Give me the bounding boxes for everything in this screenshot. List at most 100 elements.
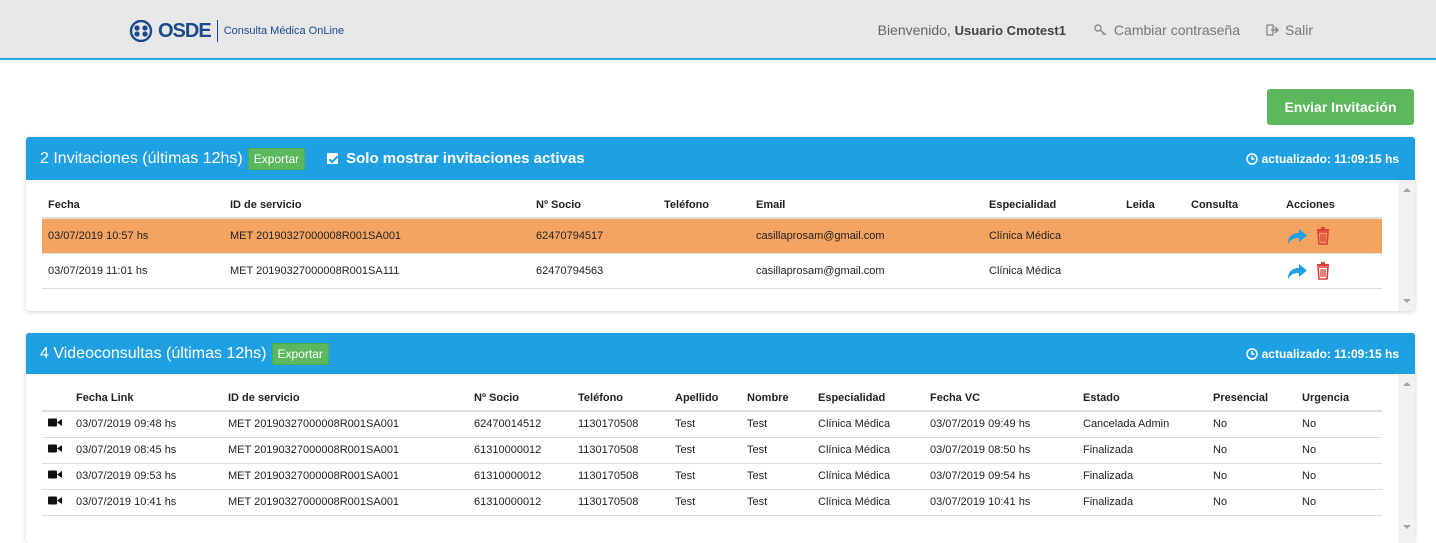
cell-fecha-vc: 03/07/2019 08:50 hs bbox=[924, 437, 1077, 464]
col-urgencia[interactable]: Urgencia bbox=[1296, 374, 1382, 412]
col-telefono[interactable]: Teléfono bbox=[658, 180, 750, 219]
videoconsultas-table-area: Fecha Link ID de servicio Nº Socio Teléf… bbox=[26, 374, 1415, 543]
invitations-export-button[interactable]: Exportar bbox=[247, 147, 306, 170]
cell-video[interactable] bbox=[42, 489, 70, 516]
col-id-servicio[interactable]: ID de servicio bbox=[224, 180, 530, 219]
cell-fecha-link: 03/07/2019 08:45 hs bbox=[70, 437, 222, 464]
scroll-up-icon[interactable] bbox=[1403, 188, 1411, 192]
invitations-scrollbar[interactable] bbox=[1398, 180, 1415, 311]
logo-subtitle: Consulta Médica OnLine bbox=[223, 25, 345, 37]
cell-id: MET 20190327000008R001SA001 bbox=[222, 463, 468, 490]
col-especialidad[interactable]: Especialidad bbox=[983, 180, 1120, 219]
table-row[interactable]: 03/07/2019 11:01 hs MET 20190327000008R0… bbox=[42, 253, 1382, 289]
share-arrow-icon[interactable] bbox=[1286, 227, 1308, 245]
cell-telefono bbox=[658, 253, 750, 289]
invitations-table: Fecha ID de servicio Nº Socio Teléfono E… bbox=[42, 180, 1382, 289]
col-fecha-vc[interactable]: Fecha VC bbox=[924, 374, 1077, 412]
logout-link[interactable]: Salir bbox=[1266, 22, 1313, 38]
col-presencial[interactable]: Presencial bbox=[1207, 374, 1296, 412]
col-fecha-link[interactable]: Fecha Link bbox=[70, 374, 222, 412]
cell-urgencia: No bbox=[1296, 411, 1382, 438]
cell-fecha-vc: 03/07/2019 09:49 hs bbox=[924, 411, 1077, 438]
cell-email: casillaprosam@gmail.com bbox=[750, 218, 983, 254]
col-socio[interactable]: Nº Socio bbox=[468, 374, 572, 412]
change-password-link[interactable]: Cambiar contraseña bbox=[1094, 22, 1240, 38]
col-consulta[interactable]: Consulta bbox=[1185, 180, 1280, 219]
osde-logo-icon bbox=[128, 20, 154, 42]
user-name: Usuario Cmotest1 bbox=[954, 23, 1066, 38]
col-fecha[interactable]: Fecha bbox=[42, 180, 224, 219]
cell-fecha-link: 03/07/2019 10:41 hs bbox=[70, 489, 222, 516]
videoconsultas-export-button[interactable]: Exportar bbox=[271, 342, 329, 365]
sign-out-icon bbox=[1266, 24, 1279, 36]
cell-estado: Finalizada bbox=[1077, 489, 1207, 516]
nav-user-area: Bienvenido, Usuario Cmotest1 Cambiar con… bbox=[878, 0, 1436, 60]
brand-logo[interactable]: OSDE Consulta Médica OnLine bbox=[128, 19, 344, 43]
cell-nombre: Test bbox=[741, 463, 812, 490]
cell-id: MET 20190327000008R001SA001 bbox=[222, 411, 468, 438]
video-camera-icon[interactable] bbox=[48, 470, 62, 479]
logo-separator bbox=[216, 20, 218, 42]
cell-video[interactable] bbox=[42, 437, 70, 464]
videoconsultas-scrollbar[interactable] bbox=[1398, 374, 1415, 543]
col-estado[interactable]: Estado bbox=[1077, 374, 1207, 412]
cell-nombre: Test bbox=[741, 437, 812, 464]
cell-telefono: 1130170508 bbox=[572, 463, 669, 490]
cell-fecha-link: 03/07/2019 09:48 hs bbox=[70, 411, 222, 438]
cell-leida bbox=[1120, 253, 1185, 289]
table-row[interactable]: 03/07/2019 09:48 hs MET 20190327000008R0… bbox=[42, 411, 1382, 438]
share-arrow-icon[interactable] bbox=[1286, 262, 1308, 280]
col-email[interactable]: Email bbox=[750, 180, 983, 219]
cell-consulta bbox=[1185, 253, 1280, 289]
invitations-updated-label: actualizado: 11:09:15 hs bbox=[1261, 151, 1399, 166]
col-id-servicio[interactable]: ID de servicio bbox=[222, 374, 468, 412]
scroll-up-icon[interactable] bbox=[1403, 382, 1411, 386]
scroll-down-icon[interactable] bbox=[1403, 299, 1411, 303]
col-especialidad[interactable]: Especialidad bbox=[812, 374, 924, 412]
video-camera-icon[interactable] bbox=[48, 444, 62, 453]
col-nombre[interactable]: Nombre bbox=[741, 374, 812, 412]
cell-telefono: 1130170508 bbox=[572, 437, 669, 464]
cell-apellido: Test bbox=[669, 411, 741, 438]
table-row[interactable]: 03/07/2019 08:45 hs MET 20190327000008R0… bbox=[42, 437, 1382, 464]
cell-socio: 61310000012 bbox=[468, 489, 572, 516]
send-invite-button[interactable]: Enviar Invitación bbox=[1267, 89, 1414, 125]
cell-telefono: 1130170508 bbox=[572, 489, 669, 516]
cell-apellido: Test bbox=[669, 437, 741, 464]
col-leida[interactable]: Leida bbox=[1120, 180, 1185, 219]
trash-icon[interactable] bbox=[1316, 261, 1330, 280]
cell-socio: 61310000012 bbox=[468, 463, 572, 490]
cell-presencial: No bbox=[1207, 463, 1296, 490]
cell-especialidad: Clínica Médica bbox=[983, 218, 1120, 254]
cell-apellido: Test bbox=[669, 489, 741, 516]
cell-video[interactable] bbox=[42, 463, 70, 490]
cell-nombre: Test bbox=[741, 411, 812, 438]
checkbox-checked-icon[interactable] bbox=[327, 153, 339, 164]
table-row[interactable]: 03/07/2019 10:41 hs MET 20190327000008R0… bbox=[42, 489, 1382, 516]
table-header-row: Fecha Link ID de servicio Nº Socio Teléf… bbox=[42, 374, 1382, 412]
cell-apellido: Test bbox=[669, 463, 741, 490]
table-row[interactable]: 03/07/2019 10:57 hs MET 20190327000008R0… bbox=[42, 218, 1382, 254]
clock-icon bbox=[1245, 152, 1258, 165]
cell-presencial: No bbox=[1207, 489, 1296, 516]
cell-video[interactable] bbox=[42, 411, 70, 438]
key-icon bbox=[1094, 24, 1107, 36]
col-telefono[interactable]: Teléfono bbox=[572, 374, 669, 412]
col-acciones[interactable]: Acciones bbox=[1280, 180, 1382, 219]
col-apellido[interactable]: Apellido bbox=[669, 374, 741, 412]
trash-icon[interactable] bbox=[1316, 226, 1330, 245]
cell-id: MET 20190327000008R001SA111 bbox=[224, 253, 530, 289]
cell-especialidad: Clínica Médica bbox=[983, 253, 1120, 289]
cell-nombre: Test bbox=[741, 489, 812, 516]
cell-id: MET 20190327000008R001SA001 bbox=[222, 437, 468, 464]
video-camera-icon[interactable] bbox=[48, 496, 62, 505]
video-camera-icon[interactable] bbox=[48, 418, 62, 427]
col-socio[interactable]: Nº Socio bbox=[530, 180, 658, 219]
table-row[interactable]: 03/07/2019 09:53 hs MET 20190327000008R0… bbox=[42, 463, 1382, 490]
videoconsultas-table: Fecha Link ID de servicio Nº Socio Teléf… bbox=[42, 374, 1382, 516]
scroll-down-icon[interactable] bbox=[1403, 525, 1411, 529]
col-icon bbox=[42, 374, 70, 412]
only-active-toggle[interactable]: Solo mostrar invitaciones activas bbox=[327, 150, 585, 167]
cell-especialidad: Clínica Médica bbox=[812, 489, 924, 516]
table-header-row: Fecha ID de servicio Nº Socio Teléfono E… bbox=[42, 180, 1382, 219]
